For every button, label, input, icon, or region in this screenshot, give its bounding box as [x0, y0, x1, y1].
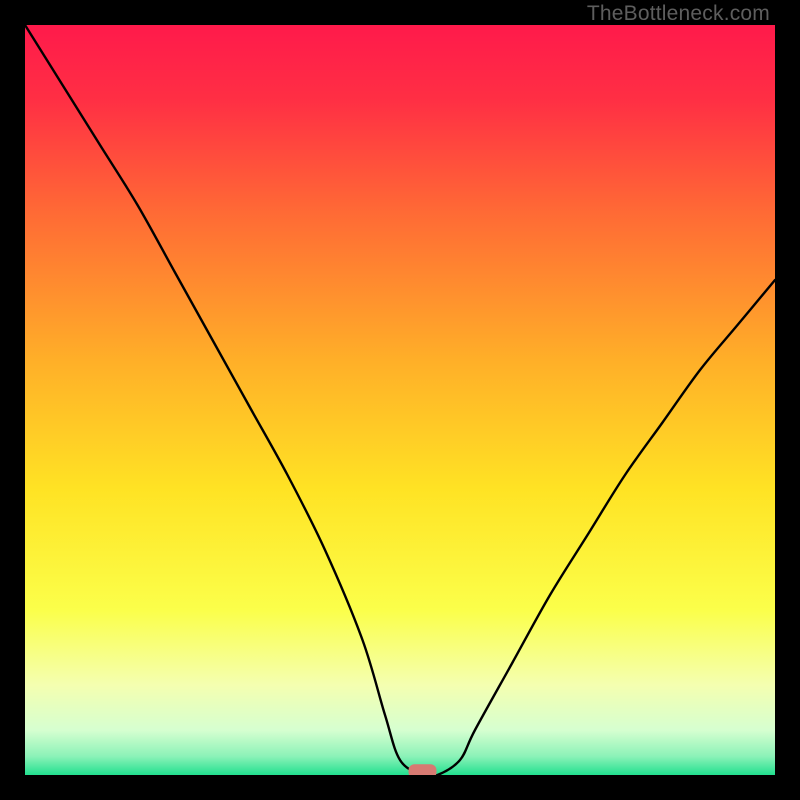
chart-svg [25, 25, 775, 775]
watermark-text: TheBottleneck.com [587, 2, 770, 26]
chart-frame [25, 25, 775, 775]
optimal-marker [409, 764, 437, 775]
chart-background [25, 25, 775, 775]
